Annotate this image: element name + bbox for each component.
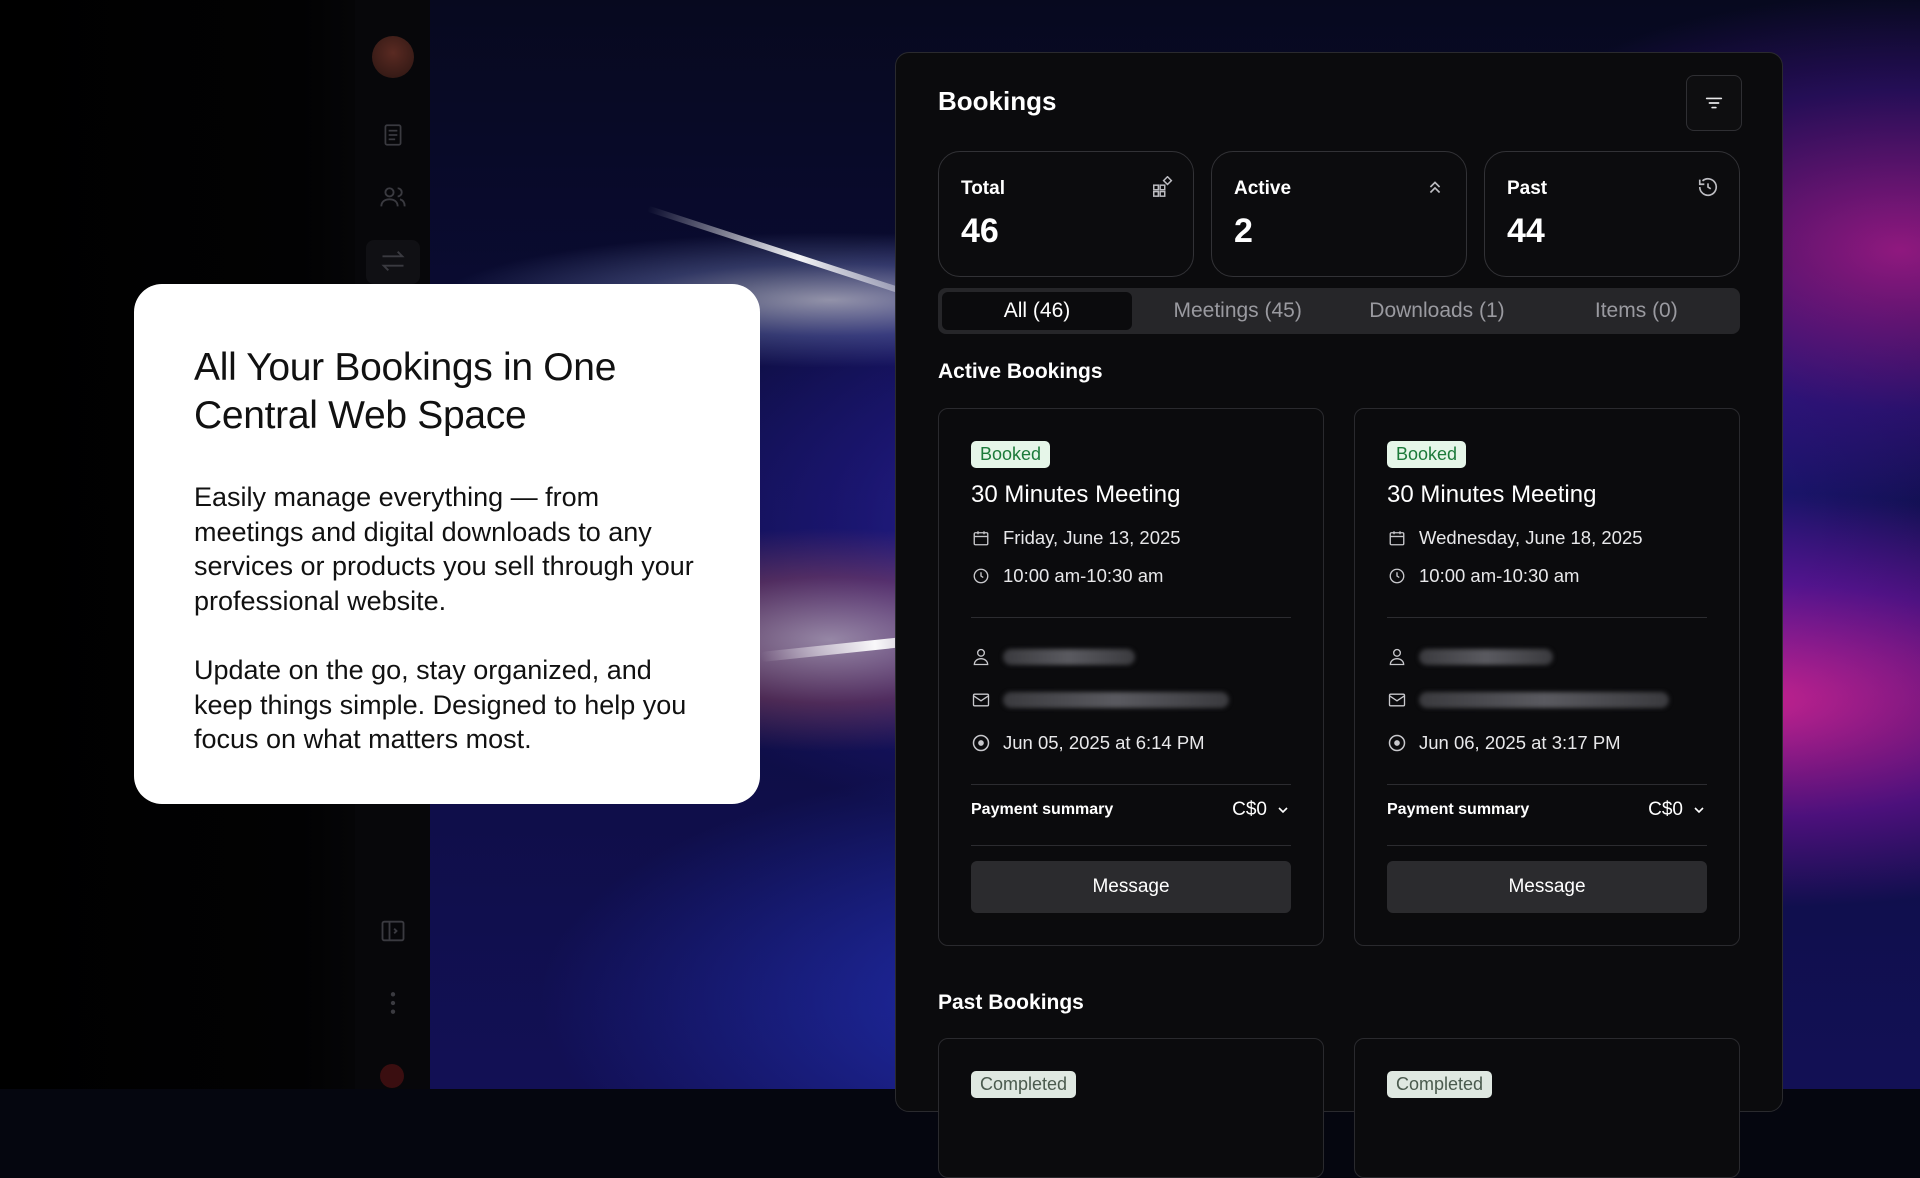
booking-title: 30 Minutes Meeting [971, 481, 1181, 508]
status-badge: Booked [1387, 441, 1467, 468]
mail-icon [971, 690, 991, 710]
swap-arrows-icon[interactable] [378, 246, 408, 276]
booking-date-row: Friday, June 13, 2025 [971, 527, 1181, 549]
grid-plus-icon [1151, 175, 1173, 198]
stat-label: Active [1234, 178, 1292, 199]
stat-past: Past 44 [1484, 151, 1740, 277]
payment-summary: Payment summary C$0 [1387, 799, 1707, 821]
stat-value: 46 [961, 212, 999, 250]
booking-date: Wednesday, June 18, 2025 [1419, 527, 1643, 548]
bookings-panel: Bookings Total 46 Active 2 Past 44 All (… [895, 52, 1783, 1178]
customer-email-row [971, 690, 1229, 710]
booking-time-row: 10:00 am-10:30 am [1387, 565, 1579, 587]
booking-time: 10:00 am-10:30 am [1419, 565, 1580, 586]
divider [971, 617, 1291, 618]
status-badge: Completed [1387, 1071, 1493, 1098]
stat-label: Past [1507, 178, 1548, 199]
customer-email-row [1387, 690, 1669, 710]
more-vertical-icon[interactable] [378, 988, 408, 1018]
avatar[interactable] [372, 36, 414, 78]
payment-summary: Payment summary C$0 [971, 799, 1291, 821]
payment-amount: C$0 [1648, 799, 1683, 820]
booking-date: Friday, June 13, 2025 [1003, 527, 1181, 548]
stat-total: Total 46 [938, 151, 1194, 277]
message-button[interactable]: Message [971, 861, 1291, 913]
stat-value: 44 [1507, 212, 1545, 250]
booked-at: Jun 06, 2025 at 3:17 PM [1419, 732, 1621, 753]
booking-card: Booked 30 Minutes Meeting Wednesday, Jun… [1354, 408, 1740, 946]
stat-value: 2 [1234, 212, 1253, 250]
booked-at: Jun 05, 2025 at 6:14 PM [1003, 732, 1205, 753]
promo-card: All Your Bookings in One Central Web Spa… [134, 284, 760, 804]
sidebar-toggle-icon[interactable] [378, 916, 408, 946]
user-status-dot [380, 1064, 404, 1088]
page-title: Bookings [938, 86, 1057, 116]
user-icon [1387, 647, 1407, 667]
users-icon[interactable] [378, 182, 408, 212]
divider [1387, 617, 1707, 618]
target-clock-icon [1387, 733, 1407, 753]
document-icon[interactable] [378, 120, 408, 150]
target-clock-icon [971, 733, 991, 753]
tab-meetings[interactable]: Meetings (45) [1138, 292, 1337, 330]
clock-icon [971, 566, 991, 586]
payment-summary-toggle[interactable]: C$0 [1232, 799, 1291, 821]
tab-items[interactable]: Items (0) [1537, 292, 1736, 330]
redacted-name [1003, 649, 1135, 665]
past-booking-card: Completed [938, 1038, 1324, 1178]
payment-summary-toggle[interactable]: C$0 [1648, 799, 1707, 821]
redacted-email [1003, 692, 1229, 708]
booked-at-row: Jun 06, 2025 at 3:17 PM [1387, 732, 1621, 754]
booking-date-row: Wednesday, June 18, 2025 [1387, 527, 1643, 549]
calendar-icon [971, 528, 991, 548]
customer-name-row [971, 647, 1135, 667]
divider [971, 784, 1291, 785]
stat-active: Active 2 [1211, 151, 1467, 277]
chevron-down-icon [1278, 807, 1288, 814]
redacted-email [1419, 692, 1669, 708]
mail-icon [1387, 690, 1407, 710]
divider [1387, 784, 1707, 785]
promo-paragraph-1: Easily manage everything — from meetings… [194, 482, 694, 616]
chevrons-up-icon [1424, 176, 1446, 198]
history-icon [1697, 176, 1719, 198]
calendar-icon [1387, 528, 1407, 548]
redacted-name [1419, 649, 1553, 665]
booking-tabs: All (46) Meetings (45) Downloads (1) Ite… [938, 288, 1740, 334]
booking-time-row: 10:00 am-10:30 am [971, 565, 1163, 587]
tab-downloads[interactable]: Downloads (1) [1337, 292, 1536, 330]
past-booking-card: Completed [1354, 1038, 1740, 1178]
promo-headline: All Your Bookings in One Central Web Spa… [194, 346, 617, 437]
customer-name-row [1387, 647, 1553, 667]
tab-all[interactable]: All (46) [942, 292, 1132, 330]
stat-label: Total [961, 178, 1005, 199]
filter-icon [1705, 97, 1723, 109]
message-button[interactable]: Message [1387, 861, 1707, 913]
status-badge: Booked [971, 441, 1051, 468]
past-bookings-heading: Past Bookings [938, 991, 1084, 1014]
payment-summary-label: Payment summary [1387, 801, 1530, 818]
booking-title: 30 Minutes Meeting [1387, 481, 1597, 508]
active-bookings-heading: Active Bookings [938, 360, 1103, 383]
status-badge: Completed [971, 1071, 1077, 1098]
booking-time: 10:00 am-10:30 am [1003, 565, 1164, 586]
booked-at-row: Jun 05, 2025 at 6:14 PM [971, 732, 1205, 754]
divider [971, 845, 1291, 846]
user-icon [971, 647, 991, 667]
clock-icon [1387, 566, 1407, 586]
filter-button[interactable] [1686, 75, 1742, 131]
divider [1387, 845, 1707, 846]
booking-card: Booked 30 Minutes Meeting Friday, June 1… [938, 408, 1324, 946]
chevron-down-icon [1694, 807, 1704, 814]
payment-summary-label: Payment summary [971, 801, 1114, 818]
promo-paragraph-2: Update on the go, stay organized, and ke… [194, 655, 687, 754]
payment-amount: C$0 [1232, 799, 1267, 820]
